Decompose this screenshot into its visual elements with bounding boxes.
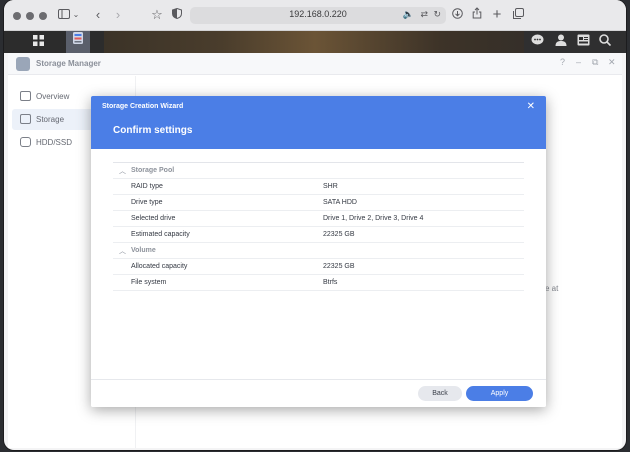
storage-manager-logo xyxy=(16,57,30,71)
setting-value: 22325 GB xyxy=(323,231,355,238)
setting-value: 22325 GB xyxy=(323,263,355,270)
section-header-volume[interactable]: ︿ Volume xyxy=(113,243,524,259)
setting-row-estimated-capacity: Estimated capacity 22325 GB xyxy=(113,227,524,243)
back-button[interactable]: Back xyxy=(418,386,462,401)
storage-manager-app-icon[interactable] xyxy=(66,31,90,53)
setting-value: Drive 1, Drive 2, Drive 3, Drive 4 xyxy=(323,215,424,222)
setting-row-raid-type: RAID type SHR xyxy=(113,179,524,195)
shield-icon[interactable] xyxy=(171,7,183,23)
main-menu-grid-icon[interactable] xyxy=(24,31,52,53)
new-tab-icon[interactable]: + xyxy=(490,7,504,23)
setting-key: File system xyxy=(131,279,167,286)
apply-button[interactable]: Apply xyxy=(466,386,533,401)
setting-key: Drive type xyxy=(131,199,163,206)
reload-icon[interactable]: ↻ xyxy=(433,9,441,20)
address-bar[interactable]: 192.168.0.220 🔈 ⇄ ↻ xyxy=(190,7,446,24)
translate-icon[interactable]: ⇄ xyxy=(420,9,428,20)
minimize-icon[interactable]: – xyxy=(576,57,581,67)
collapse-caret-icon[interactable]: ︿ xyxy=(119,246,126,256)
zoom-window-dot[interactable] xyxy=(39,12,47,20)
minimize-window-dot[interactable] xyxy=(26,12,34,20)
app-title: Storage Manager xyxy=(36,59,101,68)
wizard-window-title: Storage Creation Wizard xyxy=(102,103,184,110)
forward-arrow-icon[interactable]: › xyxy=(112,7,124,23)
search-icon[interactable] xyxy=(597,34,613,50)
close-icon[interactable]: ✕ xyxy=(527,101,535,112)
section-header-storage-pool[interactable]: ︿ Storage Pool xyxy=(113,163,524,179)
close-icon[interactable]: ✕ xyxy=(608,57,616,68)
setting-value: Btrfs xyxy=(323,279,338,286)
browser-window: ⌄ ‹ › ☆ 192.168.0.220 🔈 ⇄ ↻ + Storage Ma… xyxy=(4,0,626,450)
chevron-down-icon[interactable]: ⌄ xyxy=(72,7,80,23)
setting-row-allocated-capacity: Allocated capacity 22325 GB xyxy=(113,259,524,275)
close-window-dot[interactable] xyxy=(13,12,21,20)
section-label: Storage Pool xyxy=(131,167,175,174)
setting-key: RAID type xyxy=(131,183,163,190)
setting-key: Allocated capacity xyxy=(131,263,188,270)
sidebar-toggle-icon[interactable] xyxy=(57,7,71,23)
storage-creation-wizard: Storage Creation Wizard ✕ Confirm settin… xyxy=(91,96,546,407)
wizard-step-title: Confirm settings xyxy=(113,125,193,136)
wizard-header: Storage Creation Wizard ✕ Confirm settin… xyxy=(91,96,546,149)
help-icon[interactable]: ? xyxy=(560,57,565,67)
setting-row-selected-drive: Selected drive Drive 1, Drive 2, Drive 3… xyxy=(113,211,524,227)
dsm-taskbar xyxy=(4,31,626,53)
setting-row-drive-type: Drive type SATA HDD xyxy=(113,195,524,211)
wizard-footer: Back Apply xyxy=(91,379,546,407)
browser-toolbar: ⌄ ‹ › ☆ 192.168.0.220 🔈 ⇄ ↻ + xyxy=(4,0,626,31)
chat-icon[interactable] xyxy=(529,34,545,50)
audio-icon[interactable]: 🔈 xyxy=(403,9,414,20)
bookmark-star-icon[interactable]: ☆ xyxy=(150,7,164,23)
tabs-overview-icon[interactable] xyxy=(511,7,525,23)
maximize-icon[interactable]: ⧉ xyxy=(592,57,598,68)
settings-summary: ︿ Storage Pool RAID type SHR Drive type … xyxy=(113,162,524,291)
user-icon[interactable] xyxy=(553,34,569,50)
collapse-caret-icon[interactable]: ︿ xyxy=(119,166,126,176)
download-icon[interactable] xyxy=(450,7,464,23)
setting-row-file-system: File system Btrfs xyxy=(113,275,524,291)
setting-value: SATA HDD xyxy=(323,199,357,206)
share-icon[interactable] xyxy=(470,7,484,23)
section-label: Volume xyxy=(131,247,156,254)
widgets-icon[interactable] xyxy=(575,34,591,50)
setting-value: SHR xyxy=(323,183,338,190)
setting-key: Selected drive xyxy=(131,215,176,222)
back-arrow-icon[interactable]: ‹ xyxy=(92,7,104,23)
app-title-bar[interactable]: Storage Manager ? – ⧉ ✕ xyxy=(8,53,622,75)
setting-key: Estimated capacity xyxy=(131,231,190,238)
